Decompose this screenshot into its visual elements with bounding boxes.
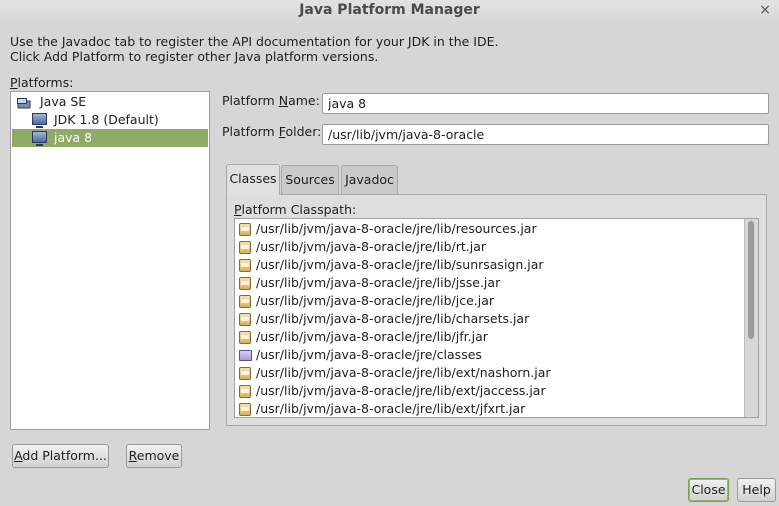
classpath-item[interactable]: /usr/lib/jvm/java-8-oracle/jre/lib/rt.ja… bbox=[236, 238, 741, 256]
scrollbar-thumb[interactable] bbox=[748, 221, 754, 339]
tree-item-label: java 8 bbox=[54, 130, 93, 145]
label-part: Platform bbox=[222, 93, 279, 108]
classpath-item-path: /usr/lib/jvm/java-8-oracle/jre/lib/ext/j… bbox=[256, 401, 526, 416]
classpath-list[interactable]: /usr/lib/jvm/java-8-oracle/jre/lib/resou… bbox=[234, 218, 759, 418]
label-mnemonic: N bbox=[278, 93, 289, 108]
label-part: Platform bbox=[222, 124, 279, 139]
platform-folder-field[interactable] bbox=[322, 124, 769, 145]
tree-item-java-se[interactable]: Java SE bbox=[12, 93, 208, 111]
classpath-item[interactable]: /usr/lib/jvm/java-8-oracle/jre/lib/ext/j… bbox=[236, 400, 741, 417]
folder-icon bbox=[239, 350, 252, 361]
classpath-item-path: /usr/lib/jvm/java-8-oracle/jre/lib/ext/j… bbox=[256, 383, 546, 398]
jar-icon bbox=[239, 313, 251, 326]
jar-icon bbox=[239, 367, 251, 380]
platforms-label-text: latforms: bbox=[17, 75, 74, 90]
classpath-item[interactable]: /usr/lib/jvm/java-8-oracle/jre/lib/jsse.… bbox=[236, 274, 741, 292]
close-button[interactable]: Close bbox=[688, 478, 729, 502]
tab-classes[interactable]: Classes bbox=[226, 164, 280, 195]
classpath-item-path: /usr/lib/jvm/java-8-oracle/jre/lib/sunrs… bbox=[256, 257, 544, 272]
tree-item-jdk-default[interactable]: JDK 1.8 (Default) bbox=[12, 111, 208, 129]
intro-line-1: Use the Javadoc tab to register the API … bbox=[10, 34, 499, 49]
classpath-item[interactable]: /usr/lib/jvm/java-8-oracle/jre/lib/resou… bbox=[236, 220, 741, 238]
remove-button[interactable]: Remove bbox=[126, 444, 182, 468]
classpath-item[interactable]: /usr/lib/jvm/java-8-oracle/jre/lib/jce.j… bbox=[236, 292, 741, 310]
tree-item-label: JDK 1.8 (Default) bbox=[54, 112, 159, 127]
label-part: older: bbox=[285, 124, 322, 139]
classpath-item-path: /usr/lib/jvm/java-8-oracle/jre/lib/ext/n… bbox=[256, 365, 551, 380]
classpath-item[interactable]: /usr/lib/jvm/java-8-oracle/jre/lib/sunrs… bbox=[236, 256, 741, 274]
jar-icon bbox=[239, 295, 251, 308]
jar-icon bbox=[239, 385, 251, 398]
classpath-item[interactable]: /usr/lib/jvm/java-8-oracle/jre/lib/jfr.j… bbox=[236, 328, 741, 346]
classpath-item-path: /usr/lib/jvm/java-8-oracle/jre/classes bbox=[256, 347, 482, 362]
platforms-tree[interactable]: Java SE JDK 1.8 (Default) java 8 bbox=[10, 91, 210, 430]
jar-icon bbox=[239, 403, 251, 416]
classpath-item[interactable]: /usr/lib/jvm/java-8-oracle/jre/classes bbox=[236, 346, 741, 364]
platform-name-field[interactable] bbox=[322, 93, 769, 114]
tab-javadoc[interactable]: Javadoc bbox=[341, 165, 398, 194]
label-mnemonic: P bbox=[234, 202, 242, 217]
tree-item-java-8[interactable]: java 8 bbox=[12, 129, 208, 147]
jar-icon bbox=[239, 259, 251, 272]
platforms-label-mnemonic: P bbox=[10, 75, 18, 90]
classpath-scrollbar[interactable] bbox=[744, 219, 758, 417]
classpath-item-path: /usr/lib/jvm/java-8-oracle/jre/lib/jsse.… bbox=[256, 275, 501, 290]
classpath-item[interactable]: /usr/lib/jvm/java-8-oracle/jre/lib/chars… bbox=[236, 310, 741, 328]
label-part: latform Classpath: bbox=[241, 202, 357, 217]
add-platform-button[interactable]: Add Platform... bbox=[12, 444, 109, 468]
button-mnemonic: R bbox=[128, 448, 137, 463]
platform-name-label: Platform Name: bbox=[222, 93, 320, 108]
classpath-item[interactable]: /usr/lib/jvm/java-8-oracle/jre/lib/ext/j… bbox=[236, 382, 741, 400]
platform-monitor-icon bbox=[32, 113, 47, 128]
help-button[interactable]: Help bbox=[737, 478, 776, 502]
jar-icon bbox=[239, 331, 251, 344]
classpath-item-path: /usr/lib/jvm/java-8-oracle/jre/lib/rt.ja… bbox=[256, 239, 487, 254]
classpath-item-path: /usr/lib/jvm/java-8-oracle/jre/lib/jfr.j… bbox=[256, 329, 488, 344]
intro-text: Use the Javadoc tab to register the API … bbox=[10, 34, 498, 64]
close-window-icon[interactable]: × bbox=[759, 2, 771, 18]
tree-item-label: Java SE bbox=[40, 94, 87, 109]
title-bar[interactable]: Java Platform Manager × bbox=[0, 0, 779, 24]
tab-sources[interactable]: Sources bbox=[281, 165, 339, 194]
button-label: dd Platform... bbox=[22, 448, 107, 463]
button-label: emove bbox=[136, 448, 180, 463]
window-title: Java Platform Manager bbox=[299, 2, 480, 18]
classpath-item-path: /usr/lib/jvm/java-8-oracle/jre/lib/chars… bbox=[256, 311, 530, 326]
classpath-item-path: /usr/lib/jvm/java-8-oracle/jre/lib/jce.j… bbox=[256, 293, 495, 308]
platform-monitor-icon bbox=[32, 131, 47, 146]
classpath-item-path: /usr/lib/jvm/java-8-oracle/jre/lib/resou… bbox=[256, 221, 537, 236]
intro-line-2: Click Add Platform to register other Jav… bbox=[10, 49, 379, 64]
platform-folder-label: Platform Folder: bbox=[222, 124, 321, 139]
platforms-label: Platforms: bbox=[10, 75, 73, 90]
classpath-item[interactable]: /usr/lib/jvm/java-8-oracle/jre/lib/ext/n… bbox=[236, 364, 741, 382]
java-se-category-icon bbox=[17, 96, 31, 109]
jar-icon bbox=[239, 241, 251, 254]
jar-icon bbox=[239, 277, 251, 290]
jar-icon bbox=[239, 223, 251, 236]
label-part: ame: bbox=[288, 93, 320, 108]
classpath-label: Platform Classpath: bbox=[234, 202, 356, 217]
